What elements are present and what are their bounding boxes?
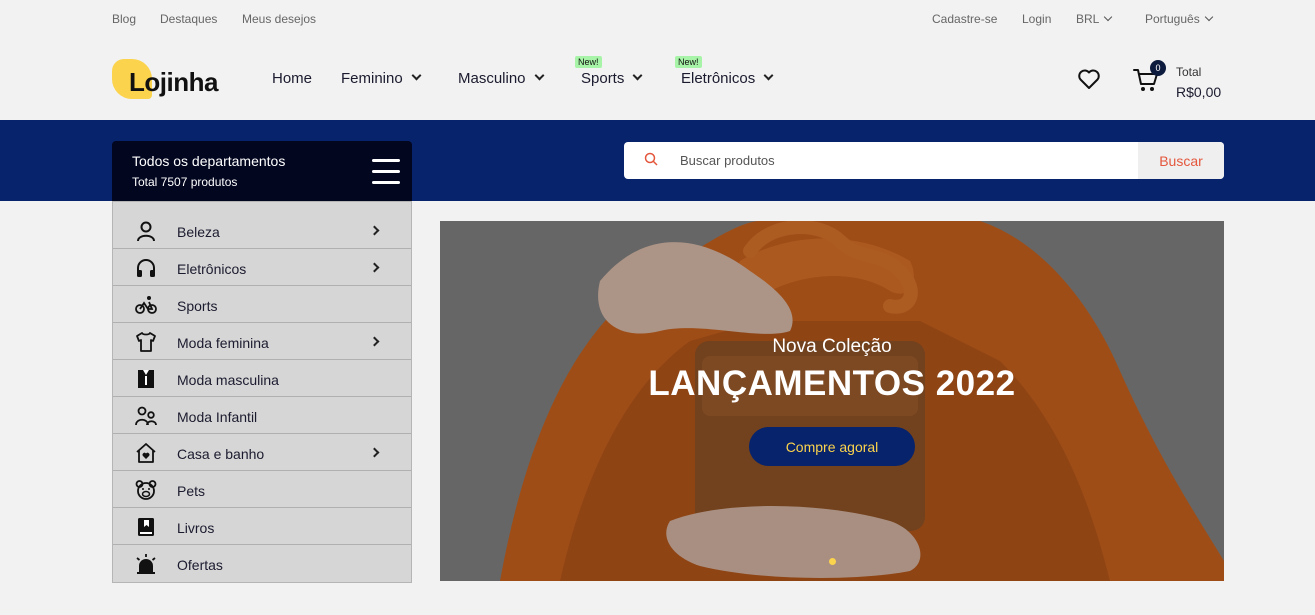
language-value: Português [1145,12,1200,26]
nav-eletronicos[interactable]: New! Eletrônicos [675,56,774,87]
dept-item-casa-e-banho[interactable]: Casa e banho [113,434,411,471]
chevron-down-icon [534,70,544,81]
nav-sports[interactable]: New! Sports [575,56,643,87]
home-icon [136,443,156,463]
departments-total: Total 7507 produtos [132,175,238,189]
siren-icon [136,554,156,574]
dept-item-beleza[interactable]: Beleza [113,212,411,249]
language-select[interactable]: Português [1145,12,1213,26]
dept-label: Ofertas [177,557,223,573]
login-link[interactable]: Login [1022,12,1051,26]
dept-label: Beleza [177,224,220,240]
dept-item-sports[interactable]: Sports [113,286,411,323]
wishlist-link[interactable]: Meus desejos [242,12,316,26]
dept-item-ofertas[interactable]: Ofertas [113,545,411,582]
dept-label: Livros [177,520,215,536]
dept-item-moda-masculina[interactable]: Moda masculina [113,360,411,397]
chevron-down-icon [763,70,774,81]
dept-item-eletronicos[interactable]: Eletrônicos [113,249,411,286]
currency-select[interactable]: BRL [1076,12,1113,26]
search-button[interactable]: Buscar [1138,142,1224,179]
nav-label: Sports [581,70,625,87]
hero-banner: Nova Coleção LANÇAMENTOS 2022 Compre ago… [440,221,1224,581]
nav-home[interactable]: Home [272,70,312,87]
logo[interactable]: Lojinha [112,59,232,101]
nav-masculino[interactable]: Masculino [458,70,544,87]
destaques-link[interactable]: Destaques [160,12,217,26]
chevron-right-icon [369,225,380,236]
chevron-down-icon [632,70,643,81]
bear-icon [135,480,157,500]
logo-text: Lojinha [129,67,218,97]
main-header: Lojinha Home Feminino Masculino New! Spo… [0,38,1315,120]
family-icon [135,406,157,426]
menu-icon[interactable] [372,159,400,185]
nav-label: Feminino [341,70,403,87]
departments-header[interactable]: Todos os departamentos Total 7507 produt… [112,141,412,201]
chevron-right-icon [369,262,380,273]
dept-item-moda-infantil[interactable]: Moda Infantil [113,397,411,434]
slider-dot[interactable] [828,558,836,565]
chevron-down-icon [1104,12,1113,22]
chevron-down-icon [1204,12,1213,22]
blog-link[interactable]: Blog [112,12,136,26]
nav-label: Home [272,70,313,87]
person-icon [137,221,155,242]
nav-label: Eletrônicos [681,70,756,87]
dept-item-pets[interactable]: Pets [113,471,411,508]
book-icon [138,518,154,536]
hero-title: LANÇAMENTOS 2022 [648,364,1016,403]
dept-label: Moda feminina [177,335,269,351]
hero-subtitle: Nova Coleção [772,336,892,357]
dept-item-moda-feminina[interactable]: Moda feminina [113,323,411,360]
dept-label: Casa e banho [177,446,265,462]
departments-title: Todos os departamentos [132,153,286,169]
top-bar: Blog Destaques Meus desejos Cadastre-se … [0,0,1315,38]
search-bar: Buscar [624,142,1224,179]
headphones-icon [137,259,155,277]
nav-feminino[interactable]: Feminino [341,70,422,87]
search-input[interactable] [680,142,1130,179]
cart-total-label: Total [1176,65,1202,79]
new-badge: New! [675,56,702,68]
heart-icon[interactable] [1077,68,1101,90]
shop-now-button[interactable]: Compre agoral [749,427,915,466]
chevron-right-icon [369,336,380,347]
new-badge: New! [575,56,602,68]
chevron-down-icon [411,70,422,81]
shirt-icon [136,332,156,352]
search-icon [644,152,658,166]
bicycle-icon [135,296,157,314]
dept-label: Pets [177,483,206,499]
suit-icon [138,370,154,388]
cart-total-value: R$0,00 [1176,84,1222,100]
dept-label: Moda Infantil [177,409,258,425]
dept-label: Eletrônicos [177,261,247,277]
cart-count-badge: 0 [1150,60,1166,76]
dept-label: Moda masculina [177,372,279,388]
dept-item-livros[interactable]: Livros [113,508,411,545]
currency-value: BRL [1076,12,1100,26]
signup-link[interactable]: Cadastre-se [932,12,997,26]
departments-list: Beleza Eletrônicos Sports Moda feminina … [112,201,412,583]
dept-label: Sports [177,298,218,314]
chevron-right-icon [369,447,380,458]
nav-label: Masculino [458,70,526,87]
